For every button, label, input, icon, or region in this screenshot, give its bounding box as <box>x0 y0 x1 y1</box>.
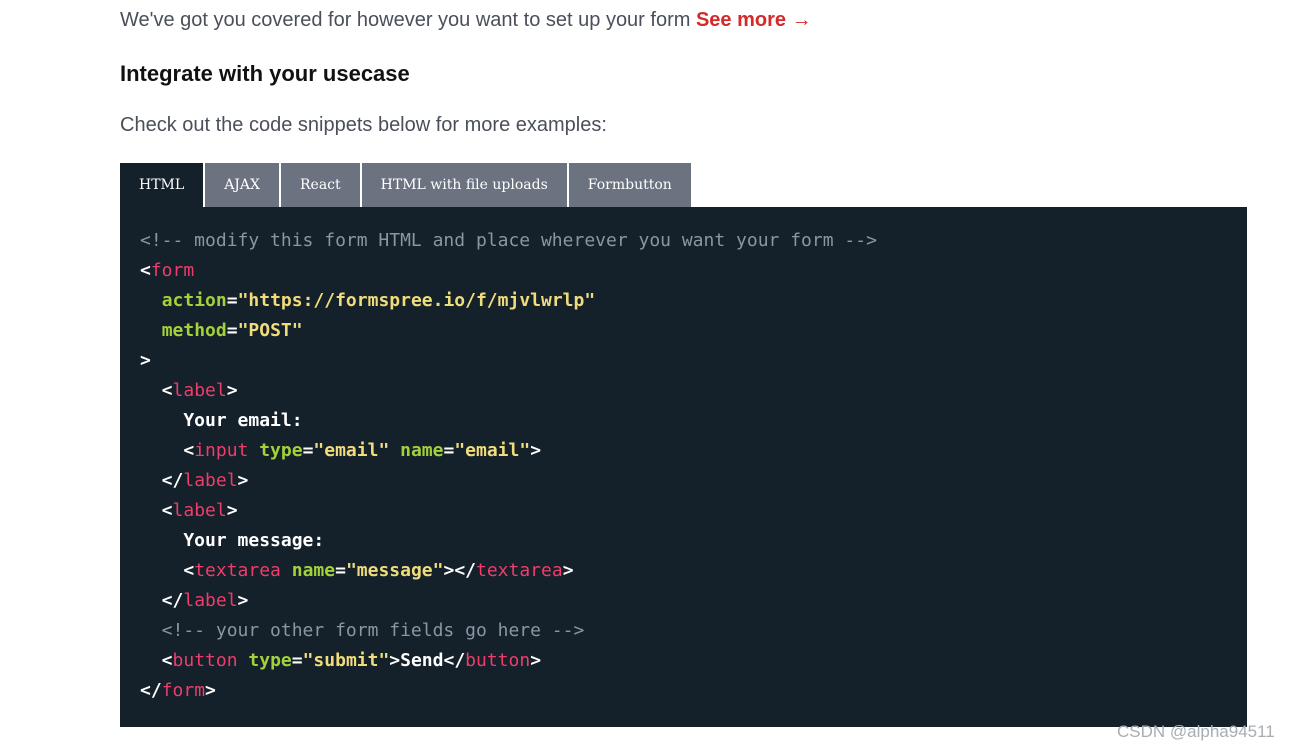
tab-formbutton[interactable]: Formbutton <box>568 163 691 207</box>
code-token: </ <box>140 680 162 701</box>
code-line: <textarea name="message"></textarea> <box>140 556 877 586</box>
code-token: = <box>302 440 314 461</box>
code-token: input <box>194 440 249 461</box>
tab-html-file-uploads[interactable]: HTML with file uploads <box>361 163 567 207</box>
code-line: <label> <box>140 376 877 406</box>
code-token: type <box>248 650 292 671</box>
code-token: <!-- modify this form HTML and place whe… <box>140 230 877 251</box>
arrow-right-icon: → <box>791 9 812 31</box>
code-token: button <box>465 650 531 671</box>
code-token: label <box>172 500 227 521</box>
code-token: = <box>226 320 238 341</box>
code-token: "POST" <box>237 320 303 341</box>
see-more-link[interactable]: See more → <box>696 9 812 31</box>
code-line: <input type="email" name="email"> <box>140 436 877 466</box>
code-token: form <box>161 680 206 701</box>
code-token: "message" <box>345 560 444 581</box>
intro-sentence: We've got you covered for however you wa… <box>120 9 696 31</box>
code-token: < <box>140 560 195 581</box>
code-token: > <box>226 380 238 401</box>
code-line: <label> <box>140 496 877 526</box>
code-token: textarea <box>194 560 281 581</box>
code-token: = <box>335 560 346 581</box>
code-token: > <box>237 470 249 491</box>
watermark: CSDN @alpha94511 <box>1117 722 1275 741</box>
code-token: action <box>161 290 227 311</box>
section-heading: Integrate with your usecase <box>120 61 410 86</box>
code-token: < <box>140 380 173 401</box>
code-token: > <box>530 650 542 671</box>
code-token: = <box>226 290 238 311</box>
code-token: < <box>140 260 151 281</box>
code-token: form <box>150 260 195 281</box>
code-token: > <box>562 560 574 581</box>
code-token: </ <box>140 590 184 611</box>
snippet-tabs: HTML AJAX React HTML with file uploads F… <box>120 163 691 207</box>
code-line: <button type="submit">Send</button> <box>140 646 877 676</box>
code-snippet-panel: <!-- modify this form HTML and place whe… <box>120 207 1247 727</box>
code-token: "https://formspree.io/f/mjvlwrlp" <box>237 290 596 311</box>
code-line: action="https://formspree.io/f/mjvlwrlp" <box>140 286 877 316</box>
code-line: method="POST" <box>140 316 877 346</box>
code-token: Your message: <box>140 530 325 551</box>
code-token: <!-- your other form fields go here --> <box>140 620 585 641</box>
code-token: = <box>291 650 303 671</box>
tab-html[interactable]: HTML <box>120 163 204 207</box>
code-token: name <box>291 560 336 581</box>
code-token: label <box>183 590 238 611</box>
code-token: = <box>443 440 455 461</box>
code-line: > <box>140 346 877 376</box>
code-token: < <box>140 650 173 671</box>
code-line: <form <box>140 256 877 286</box>
code-token: label <box>183 470 238 491</box>
code-token: name <box>400 440 444 461</box>
code-token: > <box>140 350 151 371</box>
code-token: > <box>205 680 216 701</box>
code-token: "email" <box>313 440 390 461</box>
code-line: <!-- your other form fields go here --> <box>140 616 877 646</box>
code-block[interactable]: <!-- modify this form HTML and place whe… <box>140 226 877 706</box>
code-line: </form> <box>140 676 877 706</box>
code-token: button <box>172 650 238 671</box>
code-line: Your message: <box>140 526 877 556</box>
code-token: > <box>226 500 238 521</box>
code-token: > <box>237 590 249 611</box>
code-token: ></ <box>443 560 476 581</box>
code-token: < <box>140 500 173 521</box>
see-more-label: See more <box>695 9 787 31</box>
code-token: </ <box>140 470 184 491</box>
code-token: method <box>161 320 227 341</box>
code-token: > <box>530 440 542 461</box>
code-line: Your email: <box>140 406 877 436</box>
code-token: >Send</ <box>389 650 466 671</box>
code-line: </label> <box>140 466 877 496</box>
tab-react[interactable]: React <box>281 163 360 207</box>
code-token: Your email: <box>140 410 303 431</box>
code-line: </label> <box>140 586 877 616</box>
code-token: "email" <box>454 440 531 461</box>
code-token: < <box>140 440 195 461</box>
code-line: <!-- modify this form HTML and place whe… <box>140 226 877 256</box>
intro-text: We've got you covered for however you wa… <box>120 9 812 32</box>
code-token: type <box>259 440 303 461</box>
tab-ajax[interactable]: AJAX <box>205 163 279 207</box>
section-subtext: Check out the code snippets below for mo… <box>120 114 607 136</box>
code-token: textarea <box>476 560 563 581</box>
code-token: "submit" <box>302 650 390 671</box>
code-token: label <box>172 380 227 401</box>
